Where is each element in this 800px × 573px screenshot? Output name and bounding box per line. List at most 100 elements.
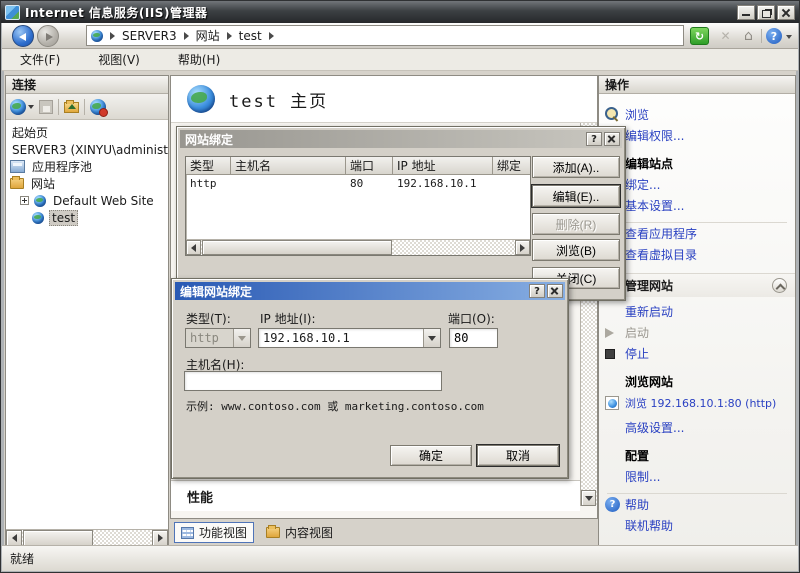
dialog-help-button[interactable]: ? [586,132,602,146]
home-icon[interactable]: ⌂ [739,27,758,45]
dialog-title: 网站绑定 [185,131,584,148]
action-header-browse-website: 浏览网站 [599,371,795,392]
edit-binding-dialog-titlebar[interactable]: 编辑网站绑定 ? [175,282,565,300]
refresh-icon[interactable]: ↻ [690,27,709,45]
cancel-button[interactable]: 取消 [477,445,559,466]
action-advanced-settings[interactable]: 高级设置... [599,417,795,438]
edit-binding-dialog: 编辑网站绑定 ? 类型(T): IP 地址(I): 端口(O): http 19… [171,278,569,479]
close-button[interactable] [777,5,795,20]
connections-hscrollbar[interactable] [6,529,168,546]
action-header-configure: 配置 [599,445,795,466]
browse-binding-button[interactable]: 浏览(B) [532,239,620,261]
col-port[interactable]: 端口 [346,157,393,175]
back-button[interactable] [12,25,34,47]
connections-header: 连接 [6,76,168,94]
site-globe-icon [34,195,46,207]
chevron-down-icon[interactable] [423,329,440,347]
hostname-field[interactable] [184,371,442,391]
action-view-applications[interactable]: 查看应用程序 [599,223,795,244]
up-level-button[interactable] [64,102,79,113]
breadcrumb-sites[interactable]: 网站 [196,27,220,44]
window-title: Internet 信息服务(IIS)管理器 [25,4,737,21]
action-browse[interactable]: 浏览 [599,104,795,125]
scroll-right-button[interactable] [152,530,168,546]
action-basic-settings[interactable]: 基本设置... [599,195,795,216]
tab-content-view[interactable]: 内容视图 [260,522,339,543]
ok-button[interactable]: 确定 [390,445,472,466]
forward-button[interactable] [37,25,59,47]
dialog-help-button[interactable]: ? [529,284,545,298]
tree-item-server[interactable]: SERVER3 (XINYU\administrat [6,142,168,157]
bindings-list[interactable]: 类型 主机名 端口 IP 地址 绑定 http 80 192.168.10.1 [185,156,531,256]
create-connection-button[interactable] [10,99,34,115]
tree-item-app-pools[interactable]: 应用程序池 [6,159,168,174]
add-binding-button[interactable]: 添加(A).. [532,156,620,178]
scroll-left-button[interactable] [6,530,22,546]
site-bindings-dialog: 网站绑定 ? 类型 主机名 端口 IP 地址 绑定 http 80 192.16… [176,126,626,301]
delete-connection-button[interactable] [90,99,106,115]
dialog-close-button[interactable] [547,284,563,298]
features-view-icon [181,527,194,539]
col-ip[interactable]: IP 地址 [393,157,493,175]
tree-item-test[interactable]: test [6,210,168,225]
type-label: 类型(T): [186,310,231,327]
ip-select[interactable]: 192.168.10.1 [258,328,441,348]
site-bindings-dialog-titlebar[interactable]: 网站绑定 ? [180,130,622,148]
tree-item-start-page[interactable]: 起始页 [6,125,168,140]
hostname-input[interactable] [189,372,441,390]
action-view-virtual-dirs[interactable]: 查看虚拟目录 [599,244,795,265]
scroll-left-button[interactable] [186,240,201,255]
page-header: test 主页 [171,76,597,123]
collapse-icon[interactable] [772,278,787,293]
tree-item-default-web-site[interactable]: Default Web Site [6,193,168,208]
breadcrumb-arrow-icon [227,32,232,40]
action-bindings[interactable]: 绑定... [599,174,795,195]
back-arrow-icon [19,33,26,41]
action-stop[interactable]: 停止 [599,343,795,364]
example-text: 示例: www.contoso.com 或 marketing.contoso.… [186,398,484,414]
breadcrumb-site[interactable]: test [239,29,262,43]
save-connections-button[interactable] [39,100,53,114]
title-bar: Internet 信息服务(IIS)管理器 [1,1,799,23]
ip-label: IP 地址(I): [260,310,316,327]
action-edit-permissions[interactable]: 编辑权限... [599,125,795,146]
toolbar-divider [84,99,85,115]
port-input[interactable] [454,329,497,347]
view-tab-bar: 功能视图 内容视图 [170,519,598,546]
col-host[interactable]: 主机名 [231,157,346,175]
action-restart[interactable]: 重新启动 [599,301,795,322]
col-type[interactable]: 类型 [186,157,231,175]
scroll-right-button[interactable] [515,240,530,255]
stop-nav-icon: ✕ [716,27,735,45]
action-browse-binding[interactable]: 浏览 192.168.10.1:80 (http) [599,392,795,413]
breadcrumb-server[interactable]: SERVER3 [122,29,177,43]
action-help[interactable]: ?帮助 [599,494,795,515]
help-icon[interactable]: ? [766,28,782,44]
action-online-help[interactable]: 联机帮助 [599,515,795,536]
menu-view[interactable]: 视图(V) [94,49,144,70]
action-header-manage-website[interactable]: 管理网站 [599,273,795,297]
bindings-hscrollbar[interactable] [186,239,530,255]
breadcrumb[interactable]: SERVER3 网站 test [86,25,684,46]
toolbar-divider [58,99,59,115]
tree-item-sites[interactable]: 网站 [6,176,168,191]
menu-file[interactable]: 文件(F) [16,49,64,70]
action-limits[interactable]: 限制... [599,466,795,487]
restore-button[interactable] [757,5,775,20]
edit-binding-button[interactable]: 编辑(E).. [532,185,620,207]
scrollbar-thumb[interactable] [202,240,392,255]
tab-features-view[interactable]: 功能视图 [174,522,254,543]
iis-manager-window: Internet 信息服务(IIS)管理器 SERVER3 网站 test ↻ … [0,0,800,573]
binding-row[interactable]: http 80 192.168.10.1 [186,175,530,192]
scrollbar-thumb[interactable] [23,530,93,546]
group-performance[interactable]: 性能 [171,480,580,511]
action-header-edit-site: 编辑站点 [599,153,795,174]
menu-help[interactable]: 帮助(H) [174,49,224,70]
minimize-button[interactable] [737,5,755,20]
expand-icon[interactable] [20,196,29,205]
scroll-down-button[interactable] [581,490,596,506]
col-binding[interactable]: 绑定 [493,157,531,175]
help-dropdown-icon[interactable] [786,35,792,39]
port-field[interactable] [449,328,498,348]
dialog-close-button[interactable] [604,132,620,146]
